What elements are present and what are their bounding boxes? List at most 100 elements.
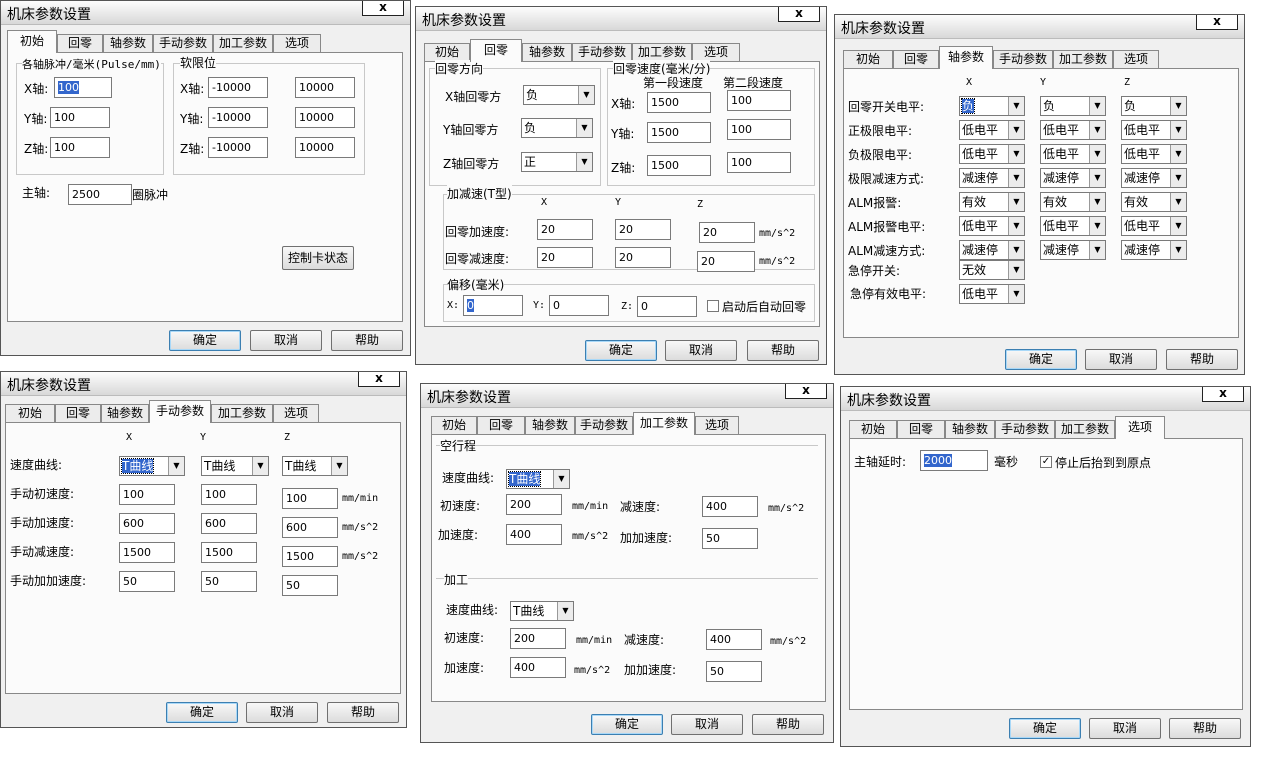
tab-manual[interactable]: 手动参数	[995, 420, 1055, 438]
title-bar[interactable]: 机床参数设置 x	[421, 384, 833, 408]
tab-options[interactable]: 选项	[1115, 416, 1165, 439]
tab-process[interactable]: 加工参数	[1053, 50, 1113, 68]
tab-manual[interactable]: 手动参数	[993, 50, 1053, 68]
y-min-input[interactable]: -10000	[208, 107, 268, 128]
manual-input-z[interactable]: 1500	[282, 546, 338, 567]
dec-y-input[interactable]: 20	[615, 247, 671, 268]
help-button[interactable]: 帮助	[327, 702, 399, 723]
tab-manual[interactable]: 手动参数	[149, 400, 211, 423]
tab-home[interactable]: 回零	[477, 416, 525, 434]
tab-home[interactable]: 回零	[893, 50, 939, 68]
manual-input-z[interactable]: 50	[282, 575, 338, 596]
z-pulse-input[interactable]: 100	[50, 137, 110, 158]
help-button[interactable]: 帮助	[331, 330, 403, 351]
tab-axis[interactable]: 轴参数	[945, 420, 995, 438]
manual-input-y[interactable]: 1500	[201, 542, 257, 563]
z-speed1-input[interactable]: 1500	[647, 155, 711, 176]
work-acc-input[interactable]: 400	[510, 657, 566, 678]
help-button[interactable]: 帮助	[1166, 349, 1238, 370]
tab-init[interactable]: 初始	[843, 50, 893, 68]
tab-init[interactable]: 初始	[5, 404, 55, 422]
tab-axis[interactable]: 轴参数	[522, 43, 572, 61]
close-button[interactable]: x	[785, 384, 827, 399]
y-max-input[interactable]: 10000	[295, 107, 355, 128]
tab-home[interactable]: 回零	[470, 39, 522, 62]
close-button[interactable]: x	[362, 1, 404, 16]
tab-init[interactable]: 初始	[849, 420, 897, 438]
axis-dropdown-y[interactable]: 低电平 ▼	[1040, 144, 1106, 164]
tab-manual[interactable]: 手动参数	[575, 416, 633, 434]
card-status-button[interactable]: 控制卡状态	[282, 246, 354, 270]
x-dir-dropdown[interactable]: 负 ▼	[523, 85, 595, 105]
axis-dropdown-z[interactable]: 有效 ▼	[1121, 192, 1187, 212]
idle-init-input[interactable]: 200	[506, 494, 562, 515]
idle-dec-input[interactable]: 400	[702, 496, 758, 517]
curve-z-dropdown[interactable]: T曲线 ▼	[282, 456, 348, 476]
axis-dropdown-x[interactable]: 低电平 ▼	[959, 120, 1025, 140]
cancel-button[interactable]: 取消	[1089, 718, 1161, 739]
axis-dropdown-x[interactable]: 减速停 ▼	[959, 168, 1025, 188]
z-min-input[interactable]: -10000	[208, 137, 268, 158]
tab-init[interactable]: 初始	[424, 43, 470, 61]
tab-options[interactable]: 选项	[273, 34, 321, 52]
tab-options[interactable]: 选项	[692, 43, 740, 61]
y-pulse-input[interactable]: 100	[50, 107, 110, 128]
curve-y-dropdown[interactable]: T曲线 ▼	[201, 456, 269, 476]
axis-dropdown-z[interactable]: 低电平 ▼	[1121, 120, 1187, 140]
help-button[interactable]: 帮助	[747, 340, 819, 361]
y-dir-dropdown[interactable]: 负 ▼	[521, 118, 593, 138]
acc-y-input[interactable]: 20	[615, 219, 671, 240]
tab-options[interactable]: 选项	[273, 404, 319, 422]
tab-axis[interactable]: 轴参数	[101, 404, 149, 422]
ok-button[interactable]: 确定	[1009, 718, 1081, 739]
cancel-button[interactable]: 取消	[665, 340, 737, 361]
axis-dropdown-x[interactable]: 低电平 ▼	[959, 144, 1025, 164]
title-bar[interactable]: 机床参数设置 x	[841, 387, 1250, 411]
tab-home[interactable]: 回零	[897, 420, 945, 438]
manual-input-y[interactable]: 50	[201, 571, 257, 592]
tab-process[interactable]: 加工参数	[213, 34, 273, 52]
title-bar[interactable]: 机床参数设置 x	[835, 15, 1244, 39]
title-bar[interactable]: 机床参数设置 x	[1, 1, 410, 25]
offset-z-input[interactable]: 0	[637, 296, 697, 317]
axis-dropdown-z[interactable]: 减速停 ▼	[1121, 168, 1187, 188]
help-button[interactable]: 帮助	[752, 714, 824, 735]
axis-dropdown-y[interactable]: 负 ▼	[1040, 96, 1106, 116]
work-init-input[interactable]: 200	[510, 628, 566, 649]
cancel-button[interactable]: 取消	[246, 702, 318, 723]
axis-dropdown-y[interactable]: 有效 ▼	[1040, 192, 1106, 212]
axis-dropdown-y[interactable]: 低电平 ▼	[1040, 120, 1106, 140]
estop-dropdown[interactable]: 无效 ▼	[959, 260, 1025, 280]
ok-button[interactable]: 确定	[591, 714, 663, 735]
axis-dropdown-y[interactable]: 减速停 ▼	[1040, 240, 1106, 260]
tab-manual[interactable]: 手动参数	[572, 43, 632, 61]
spindle-delay-input[interactable]: 2000	[920, 450, 988, 471]
x-pulse-input[interactable]: 100	[54, 77, 112, 98]
close-button[interactable]: x	[358, 372, 400, 387]
close-button[interactable]: x	[1202, 387, 1244, 402]
manual-input-x[interactable]: 600	[119, 513, 175, 534]
axis-dropdown-z[interactable]: 低电平 ▼	[1121, 144, 1187, 164]
axis-dropdown-x[interactable]: 低电平 ▼	[959, 216, 1025, 236]
idle-jerk-input[interactable]: 50	[702, 528, 758, 549]
tab-axis[interactable]: 轴参数	[939, 46, 993, 69]
work-jerk-input[interactable]: 50	[706, 661, 762, 682]
acc-x-input[interactable]: 20	[537, 219, 593, 240]
cancel-button[interactable]: 取消	[250, 330, 322, 351]
tab-process[interactable]: 加工参数	[633, 412, 695, 435]
manual-input-y[interactable]: 600	[201, 513, 257, 534]
ok-button[interactable]: 确定	[166, 702, 238, 723]
tab-init[interactable]: 初始	[431, 416, 477, 434]
curve-x-dropdown[interactable]: T曲线 ▼	[119, 456, 185, 476]
x-min-input[interactable]: -10000	[208, 77, 268, 98]
dec-x-input[interactable]: 20	[537, 247, 593, 268]
cancel-button[interactable]: 取消	[1085, 349, 1157, 370]
acc-z-input[interactable]: 20	[699, 222, 755, 243]
axis-dropdown-x[interactable]: 负 ▼	[959, 96, 1025, 116]
x-speed2-input[interactable]: 100	[727, 90, 791, 111]
y-speed1-input[interactable]: 1500	[647, 122, 711, 143]
cancel-button[interactable]: 取消	[671, 714, 743, 735]
spindle-input[interactable]: 2500	[68, 184, 132, 205]
x-max-input[interactable]: 10000	[295, 77, 355, 98]
manual-input-x[interactable]: 1500	[119, 542, 175, 563]
